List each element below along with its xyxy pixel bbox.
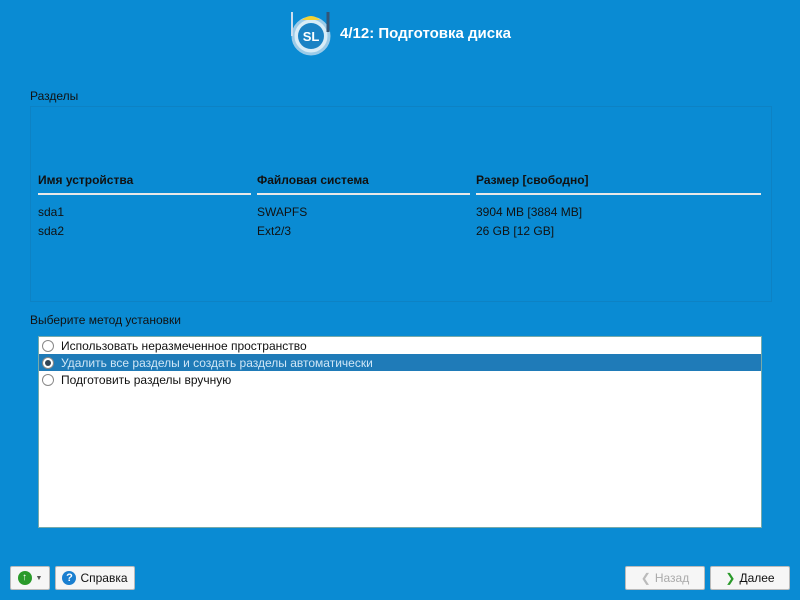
help-icon: ? [62,571,77,585]
column-device: Имя устройства sda1 sda2 [38,173,251,241]
back-label: Назад [654,571,690,585]
method-list: Использовать неразмеченное пространство … [38,336,762,528]
dropdown-arrow-icon: ▼ [35,574,43,582]
page-title: 4/12: Подготовка диска [340,25,511,42]
option-label: Удалить все разделы и создать разделы ав… [61,355,373,370]
column-filesystem: Файловая система SWAPFS Ext2/3 [257,173,470,241]
sl-logo: SL [291,12,331,56]
option-label: Подготовить разделы вручную [61,372,232,387]
column-header[interactable]: Файловая система [257,173,470,195]
radio-button[interactable] [42,373,54,386]
column-size: Размер [свободно] 3904 MB [3884 MB] 26 GB… [476,173,761,241]
update-menu-button[interactable]: ↑ ▼ [10,566,50,590]
column-header[interactable]: Размер [свободно] [476,173,761,195]
method-label: Выберите метод установки [30,313,181,327]
radio-button[interactable] [42,356,54,369]
back-button[interactable]: ❮ Назад [625,566,705,590]
method-option[interactable]: Использовать неразмеченное пространство [39,337,761,354]
radio-button[interactable] [42,339,54,352]
next-label: Далее [739,571,775,585]
method-option-selected[interactable]: Удалить все разделы и создать разделы ав… [39,354,761,371]
next-button[interactable]: ❯ Далее [710,566,790,590]
green-up-arrow-icon: ↑ [17,571,32,585]
option-label: Использовать неразмеченное пространство [61,338,307,353]
cell: SWAPFS [257,205,308,219]
partitions-label: Разделы [30,89,79,103]
chevron-left-icon: ❮ [640,571,651,585]
method-option[interactable]: Подготовить разделы вручную [39,371,761,388]
column-header[interactable]: Имя устройства [38,173,251,195]
help-button[interactable]: ? Справка [55,566,135,590]
cell: Ext2/3 [257,224,292,238]
cell: 26 GB [12 GB] [476,224,555,238]
partitions-table: Имя устройства sda1 sda2 Файловая система… [30,106,772,302]
cell: sda2 [38,224,65,238]
cell: sda1 [38,205,65,219]
svg-text:SL: SL [303,29,320,44]
cell: 3904 MB [3884 MB] [476,205,583,219]
chevron-right-icon: ❯ [725,571,736,585]
help-label: Справка [80,571,128,585]
